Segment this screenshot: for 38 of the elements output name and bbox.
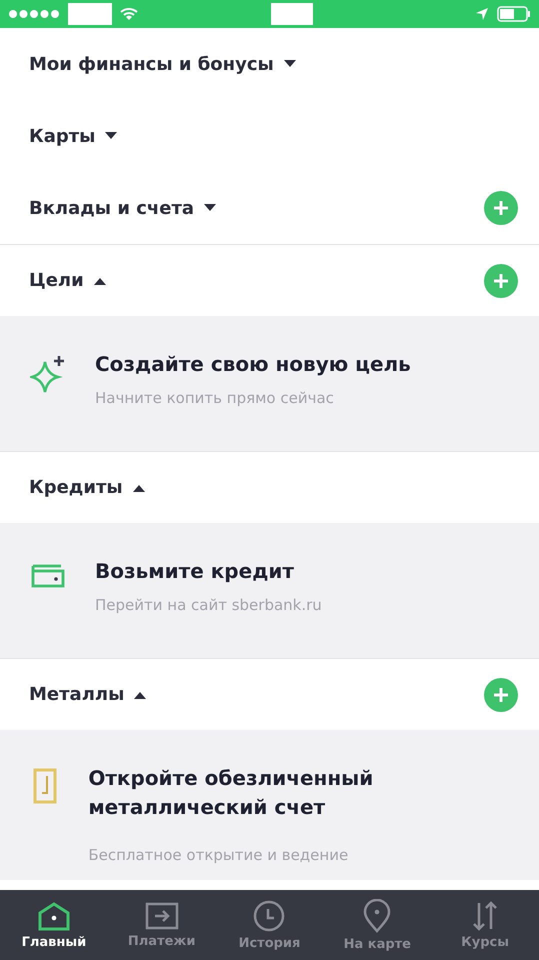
promo-card[interactable]: Откройте обезличенный металлический счет Бесплатное открытие и ведение — [0, 730, 539, 880]
map-pin-icon — [363, 898, 392, 932]
promo-card[interactable]: Возьмите кредит Перейти на сайт sberbank.ru — [0, 523, 539, 658]
plus-icon — [493, 200, 509, 216]
ingot-icon — [32, 768, 57, 804]
tab[interactable]: Главный — [0, 890, 108, 960]
section-title: Металлы — [29, 684, 124, 705]
wifi-icon — [120, 7, 138, 21]
promo-title: Возьмите кредит — [95, 558, 295, 585]
promo-title: Создайте свою новую цель — [95, 351, 411, 378]
clock-icon — [253, 900, 286, 932]
add-button[interactable] — [484, 264, 518, 298]
signal-dots-icon — [8, 9, 60, 19]
plus-icon — [493, 272, 509, 288]
section-title: Карты — [29, 126, 96, 146]
section-header[interactable]: Вклады и счета — [0, 172, 539, 244]
promo-title: Откройте обезличенный металлический счет — [88, 765, 374, 821]
redaction-block — [270, 3, 312, 25]
section-title: Кредиты — [29, 477, 123, 498]
battery-icon — [497, 6, 531, 22]
promo-subtitle: Начните копить прямо сейчас — [95, 389, 335, 407]
section-title: Мои финансы и бонусы — [29, 54, 274, 74]
promo-subtitle: Бесплатное открытие и ведение — [88, 846, 350, 864]
arrow-box-icon — [144, 902, 179, 930]
exchange-arrows-icon — [471, 900, 500, 930]
add-button[interactable] — [484, 678, 518, 712]
promo-card[interactable]: Создайте свою новую цель Начните копить прямо сейчас — [0, 316, 539, 451]
plus-icon — [493, 686, 509, 702]
promo-subtitle: Перейти на сайт sberbank.ru — [95, 596, 322, 614]
sparkle-icon — [30, 354, 66, 394]
add-button[interactable] — [484, 191, 518, 225]
section-title: Вклады и счета — [29, 198, 194, 218]
redaction-block — [68, 3, 112, 25]
section-header[interactable]: Карты — [0, 100, 539, 172]
location-arrow-icon — [475, 7, 489, 21]
section-title: Цели — [29, 270, 84, 291]
home-icon — [36, 900, 71, 930]
section-header[interactable]: Мои финансы и бонусы — [0, 28, 539, 100]
